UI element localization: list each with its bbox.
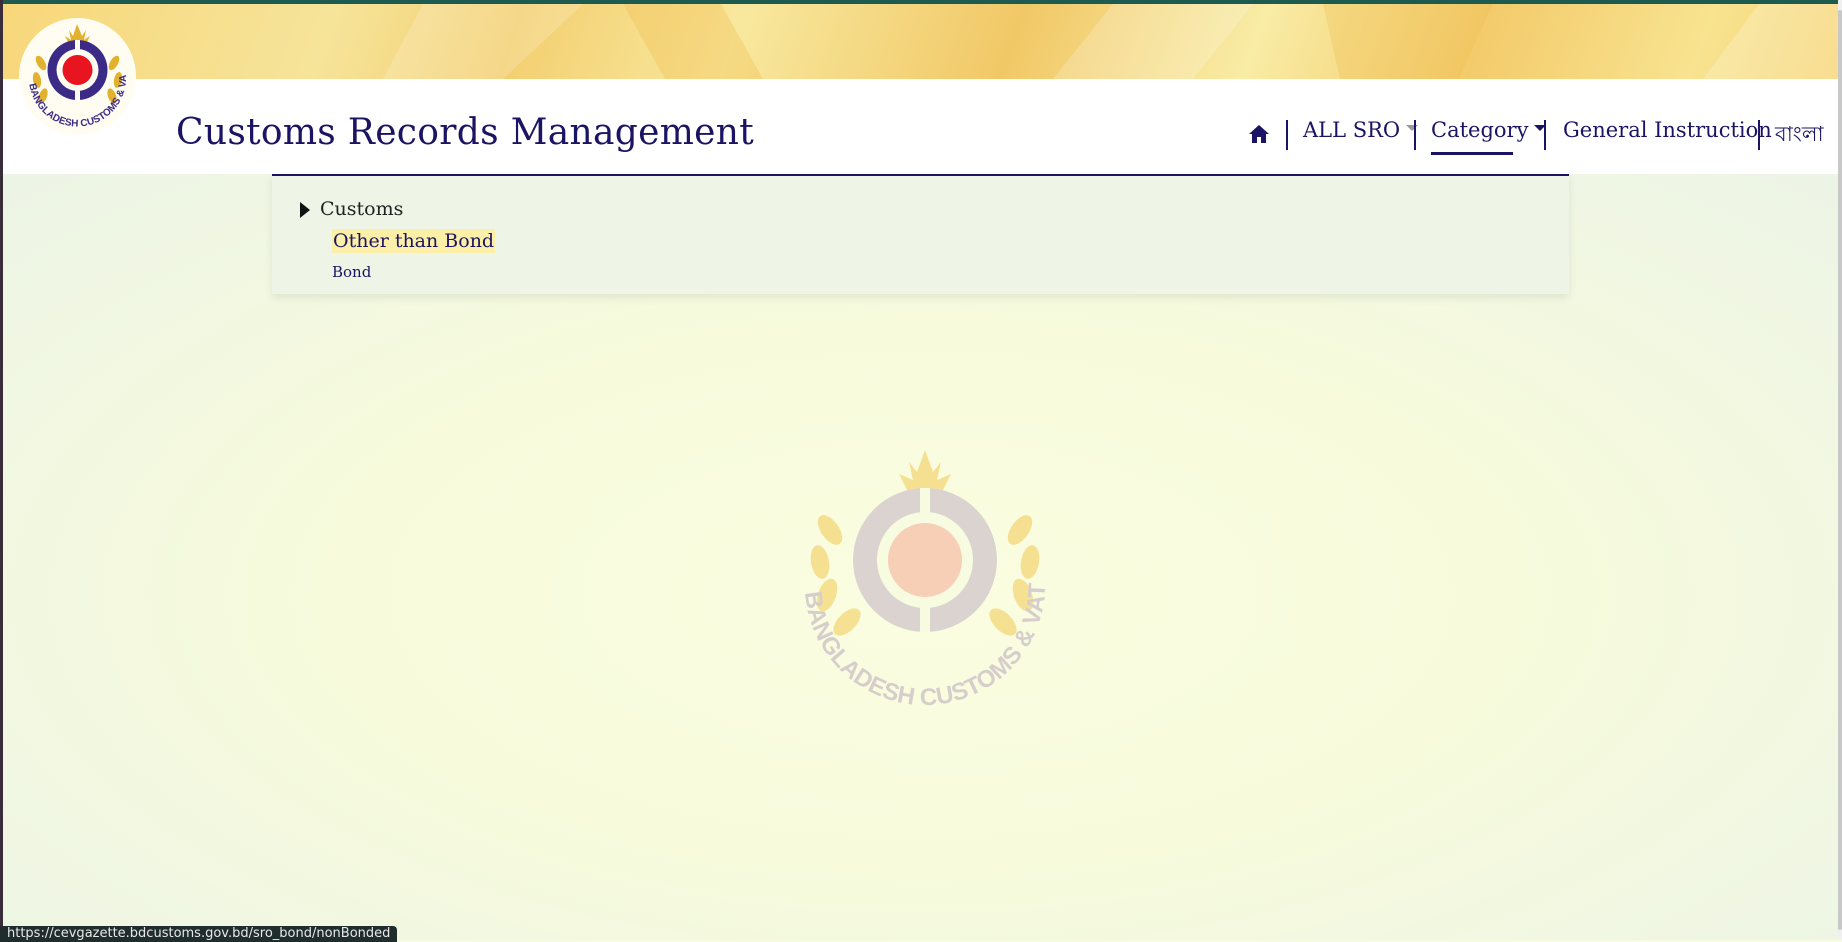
customs-watermark-icon: BANGLADESH CUSTOMS & VAT <box>799 450 1051 710</box>
nav-home[interactable] <box>1248 124 1270 149</box>
vertical-scrollbar[interactable] <box>1838 0 1842 940</box>
home-icon <box>1249 125 1269 143</box>
chevron-down-icon <box>1406 124 1419 131</box>
page-title: Customs Records Management <box>176 112 755 153</box>
header-banner <box>3 4 1838 79</box>
site-logo[interactable]: BANGLADESH CUSTOMS & VAT <box>16 10 136 135</box>
caret-right-icon[interactable] <box>300 202 310 218</box>
nav-separator <box>1414 120 1416 150</box>
nav-all-sro-label: ALL SRO <box>1303 118 1401 142</box>
active-tab-underline <box>1431 152 1513 155</box>
scrollbar-thumb[interactable] <box>1838 10 1842 930</box>
nav-separator <box>1758 120 1760 150</box>
customs-emblem-icon: BANGLADESH CUSTOMS & VAT <box>16 10 129 130</box>
nav-all-sro[interactable]: ALL SRO <box>1303 118 1419 142</box>
nav-separator <box>1286 120 1288 150</box>
language-toggle[interactable]: বাংলা <box>1775 118 1824 153</box>
nav-general-instruction[interactable]: General Instruction <box>1563 118 1772 142</box>
category-dropdown-menu: Customs Other than Bond Bond <box>272 174 1569 294</box>
tree-item-customs[interactable]: Customs <box>320 198 403 220</box>
tree-item-bond[interactable]: Bond <box>332 263 371 281</box>
nav-category[interactable]: Category <box>1431 118 1547 142</box>
nav-separator <box>1544 120 1546 150</box>
tree-item-other-than-bond[interactable]: Other than Bond <box>332 229 496 253</box>
nav-category-label: Category <box>1431 118 1529 142</box>
